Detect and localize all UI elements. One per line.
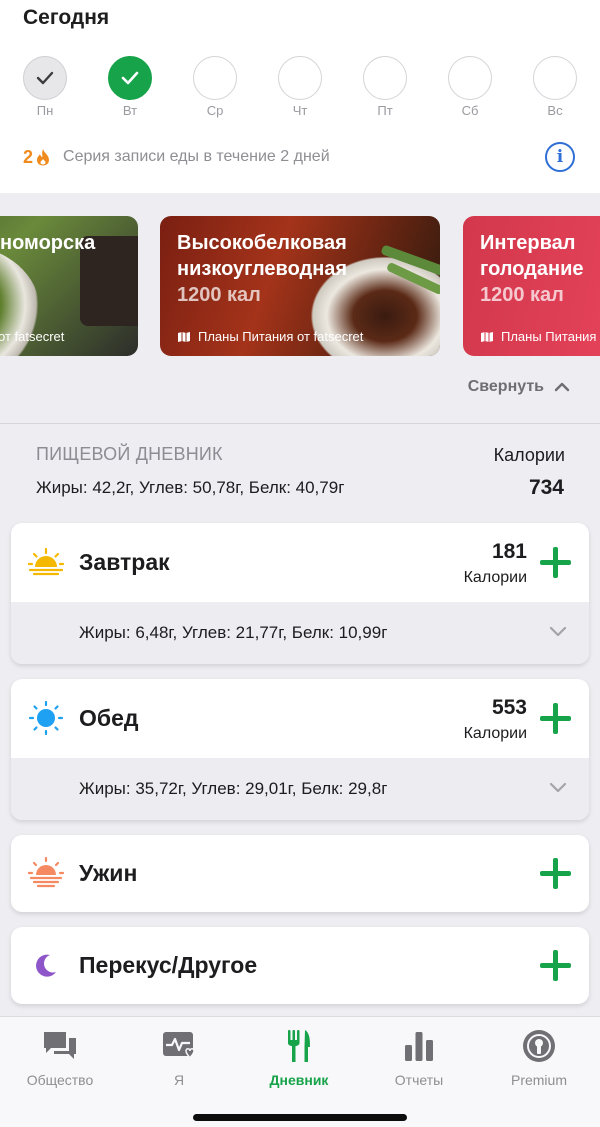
chat-icon bbox=[0, 1027, 120, 1065]
meal-name: Завтрак bbox=[79, 549, 170, 575]
meal-plan-title: Интервал голодание bbox=[480, 232, 584, 280]
calories-total: 734 bbox=[528, 476, 564, 499]
meal-plan-carousel[interactable]: номорска от fatsecret Высокобелковая низ… bbox=[0, 216, 600, 357]
add-food-button[interactable] bbox=[540, 858, 571, 889]
meal-plan-title: Высокобелковая низкоуглеводная bbox=[177, 232, 348, 280]
day-fri[interactable]: Пт bbox=[363, 56, 407, 122]
bar-chart-icon bbox=[359, 1027, 479, 1065]
day-label: Пт bbox=[377, 103, 393, 118]
check-icon bbox=[108, 56, 152, 100]
fork-knife-icon bbox=[239, 1027, 359, 1065]
map-icon bbox=[178, 331, 190, 342]
day-label: Сб bbox=[461, 103, 479, 118]
meal-macros: Жиры: 6,48г, Углев: 21,77г, Белк: 10,99г bbox=[79, 623, 388, 642]
meal-name: Обед bbox=[79, 705, 139, 731]
tab-premium[interactable]: Premium bbox=[479, 1027, 599, 1088]
tab-me[interactable]: Я bbox=[119, 1027, 239, 1088]
tab-label: Я bbox=[173, 1072, 185, 1088]
meal-calories: 181 bbox=[491, 540, 527, 563]
day-sat[interactable]: Сб bbox=[448, 56, 492, 122]
sunset-icon bbox=[27, 854, 65, 892]
tab-label: Дневник bbox=[269, 1072, 329, 1088]
day-sun[interactable]: Вс bbox=[533, 56, 577, 122]
day-mon[interactable]: Пн bbox=[23, 56, 67, 122]
meal-plan-calories: 1200 кал bbox=[177, 284, 261, 306]
day-label: Вс bbox=[547, 103, 563, 118]
day-label: Ср bbox=[206, 103, 224, 118]
chevron-down-icon bbox=[549, 782, 567, 793]
meal-card-lunch: Обед 553 Калории Жиры: 35,72г, Углев: 29… bbox=[11, 679, 589, 820]
meal-plan-footer: от fatsecret bbox=[0, 329, 65, 344]
meal-calories-label: Калории bbox=[463, 725, 527, 742]
meal-plan-calories: 1200 кал bbox=[480, 284, 564, 306]
diary-heading: ПИЩЕВОЙ ДНЕВНИК bbox=[36, 444, 223, 464]
chevron-up-icon bbox=[554, 382, 570, 392]
add-food-button[interactable] bbox=[540, 950, 571, 981]
meal-macros: Жиры: 35,72г, Углев: 29,01г, Белк: 29,8г bbox=[79, 779, 388, 798]
collapse-button[interactable]: Свернуть bbox=[468, 378, 570, 396]
heart-pulse-icon bbox=[119, 1027, 239, 1065]
page-title: Сегодня bbox=[23, 6, 110, 29]
day-label: Вт bbox=[122, 103, 138, 118]
week-tracker: Пн Вт Ср Чт Пт Сб Вс bbox=[23, 56, 583, 126]
day-thu[interactable]: Чт bbox=[278, 56, 322, 122]
tab-community[interactable]: Общество bbox=[0, 1027, 120, 1088]
tab-label: Premium bbox=[510, 1072, 567, 1088]
tab-label: Отчеты bbox=[394, 1072, 444, 1088]
meal-plan-footer: Планы Питания от fatsecret bbox=[177, 329, 363, 344]
moon-icon bbox=[27, 946, 65, 984]
tab-bar: Общество Я Дневник Отчеты Premium bbox=[0, 1016, 600, 1127]
tab-label: Общество bbox=[26, 1072, 94, 1088]
meal-card-dinner[interactable]: Ужин bbox=[11, 835, 589, 912]
meal-plan-card[interactable]: Высокобелковая низкоуглеводная 1200 кал … bbox=[160, 216, 440, 356]
streak-row: 2 Серия записи еды в течение 2 дней bbox=[23, 145, 330, 169]
meal-card-breakfast: Завтрак 181 Калории Жиры: 6,48г, Углев: … bbox=[11, 523, 589, 664]
day-tue[interactable]: Вт bbox=[108, 56, 152, 122]
flame-icon bbox=[35, 148, 51, 166]
divider bbox=[0, 423, 600, 424]
add-food-button[interactable] bbox=[540, 547, 571, 578]
meal-name: Перекус/Другое bbox=[79, 952, 258, 978]
meal-calories-label: Калории bbox=[463, 569, 527, 586]
today-section: Сегодня Пн Вт Ср Чт Пт Сб Вс 2 Серия зап… bbox=[0, 0, 600, 193]
meal-plan-card[interactable]: номорска от fatsecret bbox=[0, 216, 138, 356]
meal-card-snack[interactable]: Перекус/Другое bbox=[11, 927, 589, 1004]
streak-text: Серия записи еды в течение 2 дней bbox=[63, 148, 330, 165]
meal-name: Ужин bbox=[79, 860, 138, 886]
sun-icon bbox=[27, 699, 65, 737]
meal-card-header[interactable]: Обед 553 Калории bbox=[11, 679, 589, 758]
info-icon[interactable]: i bbox=[545, 142, 575, 172]
meal-plan-footer: Планы Питания bbox=[480, 329, 596, 344]
day-label: Чт bbox=[292, 103, 308, 118]
day-wed[interactable]: Ср bbox=[193, 56, 237, 122]
home-indicator bbox=[193, 1114, 407, 1121]
meal-details-toggle[interactable]: Жиры: 35,72г, Углев: 29,01г, Белк: 29,8г bbox=[11, 758, 589, 820]
map-icon bbox=[481, 331, 493, 342]
tab-diary[interactable]: Дневник bbox=[239, 1027, 359, 1088]
calories-label: Калории bbox=[493, 445, 565, 465]
diary-macros: Жиры: 42,2г, Углев: 50,78г, Белк: 40,79г bbox=[36, 478, 345, 497]
meal-card-header[interactable]: Завтрак 181 Калории bbox=[11, 523, 589, 602]
meal-details-toggle[interactable]: Жиры: 6,48г, Углев: 21,77г, Белк: 10,99г bbox=[11, 602, 589, 664]
chevron-down-icon bbox=[549, 626, 567, 637]
tab-reports[interactable]: Отчеты bbox=[359, 1027, 479, 1088]
check-icon bbox=[23, 56, 67, 100]
sunrise-icon bbox=[27, 543, 65, 581]
meal-plan-card[interactable]: Интервал голодание 1200 кал Планы Питани… bbox=[463, 216, 600, 356]
meal-calories: 553 bbox=[491, 696, 527, 719]
premium-badge-icon bbox=[479, 1027, 599, 1065]
streak-count: 2 bbox=[23, 146, 34, 167]
meal-plan-title: номорска bbox=[0, 232, 96, 254]
add-food-button[interactable] bbox=[540, 703, 571, 734]
day-label: Пн bbox=[36, 103, 54, 118]
